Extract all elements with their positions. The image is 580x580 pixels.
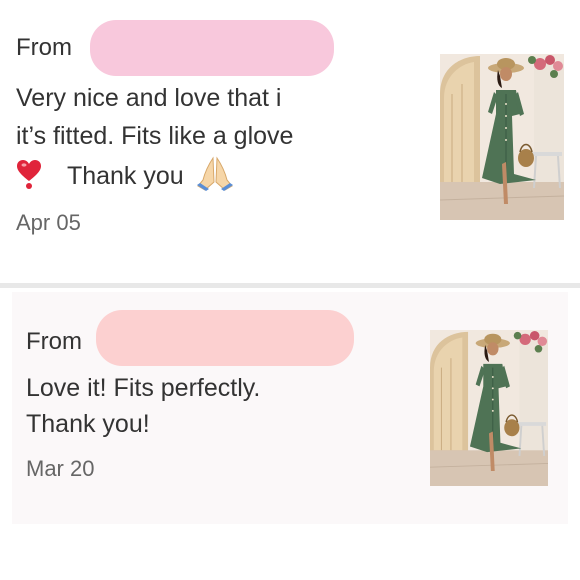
review-card: From Love it! Fits perfectly. Thank you!…	[12, 292, 568, 524]
review-text-line: Love it! Fits perfectly.	[26, 374, 261, 402]
redacted-username	[90, 20, 334, 76]
review-text-line-with-icons: Thank you	[16, 156, 235, 196]
product-photo[interactable]	[440, 54, 564, 220]
review-text-line: Very nice and love that i	[16, 84, 282, 112]
heart-icon	[16, 159, 42, 189]
redacted-username	[96, 310, 354, 366]
review-card: From Very nice and love that i it’s fitt…	[0, 0, 580, 283]
reviews-page: From Very nice and love that i it’s fitt…	[0, 0, 580, 580]
review-text-line: it’s fitted. Fits like a glove	[16, 122, 294, 150]
product-photo[interactable]	[430, 330, 548, 486]
section-divider	[0, 283, 580, 288]
review-date: Apr 05	[16, 210, 81, 235]
from-label: From	[26, 328, 82, 355]
review-text-line: Thank you!	[26, 410, 150, 438]
folded-hands-icon	[195, 156, 235, 192]
review-text-line: Thank you	[66, 162, 184, 190]
from-label: From	[16, 34, 72, 61]
review-date: Mar 20	[26, 456, 95, 481]
